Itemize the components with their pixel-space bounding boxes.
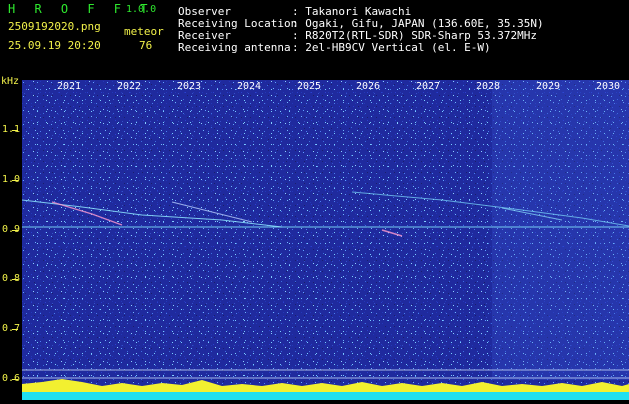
x-tick-label: 2021 [57, 81, 82, 92]
x-tick-label: 2029 [536, 81, 561, 92]
y-tick-mark [12, 379, 18, 380]
x-tick-label: 2024 [237, 81, 262, 92]
counter-value: 76 [139, 39, 153, 52]
x-tick-label: 2022 [117, 81, 142, 92]
y-tick-mark [12, 180, 18, 181]
counter-label: meteor [124, 25, 164, 38]
datetime: 25.09.19 20:20 [8, 39, 101, 52]
spectrogram-svg [21, 80, 629, 400]
spectrogram-plot [21, 80, 629, 400]
x-tick-label: 2026 [356, 81, 381, 92]
x-tick-label: 2023 [177, 81, 202, 92]
x-tick-label: 2027 [416, 81, 441, 92]
y-tick-mark [12, 279, 18, 280]
y-axis-unit: kHz [1, 76, 20, 87]
y-tick-mark [12, 329, 18, 330]
x-tick-label: 2030 [596, 81, 621, 92]
y-tick-mark [12, 130, 18, 131]
field-label-antenna: Receiving antenna [178, 41, 291, 54]
field-value-antenna: : 2el-HB9CV Vertical (el. E-W) [292, 41, 491, 54]
y-tick-mark [12, 230, 18, 231]
x-tick-label: 2028 [476, 81, 501, 92]
filename: 2509192020.png [8, 20, 101, 33]
app-version: 1.0.0 [126, 4, 157, 15]
x-tick-label: 2025 [297, 81, 322, 92]
header: H R O F F T 1.0.0 2509192020.png 25.09.1… [0, 0, 629, 78]
